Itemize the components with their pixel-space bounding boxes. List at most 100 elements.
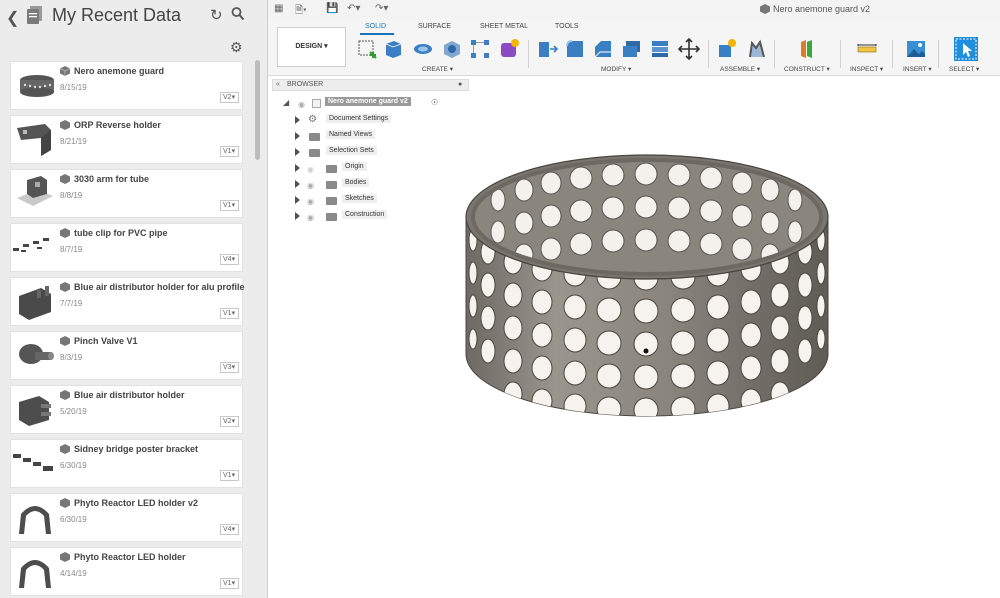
version-badge[interactable]: V1▾: [220, 146, 239, 157]
redo-icon[interactable]: ↷▾: [375, 3, 388, 14]
version-badge[interactable]: V1▾: [220, 200, 239, 211]
thumbnail-arch: [19, 506, 51, 534]
item-name: 3030 arm for tube: [74, 174, 150, 184]
version-badge[interactable]: V2▾: [220, 92, 239, 103]
group-inspect-label[interactable]: INSPECT ▾: [850, 65, 883, 73]
data-panel: ❮ My Recent Data ↻ ⚙ Nero anemone guard …: [0, 0, 268, 598]
cube-icon: [60, 66, 70, 76]
collapse-icon[interactable]: «: [276, 81, 280, 88]
tab-surface[interactable]: SURFACE: [418, 23, 451, 30]
item-date: 8/7/19: [60, 245, 83, 254]
thumbnail-arch: [19, 560, 51, 588]
divider: [840, 40, 841, 68]
create-form-icon[interactable]: [498, 38, 520, 60]
version-badge[interactable]: V1▾: [220, 308, 239, 319]
item-name: Sidney bridge poster bracket: [74, 444, 199, 454]
back-icon[interactable]: ❮: [6, 8, 19, 28]
version-badge[interactable]: V1▾: [220, 578, 239, 589]
insert-image-icon[interactable]: [905, 38, 927, 60]
shell-icon[interactable]: [621, 38, 643, 60]
search-icon[interactable]: [231, 6, 245, 22]
create-sketch-icon[interactable]: [356, 38, 378, 60]
new-component-icon[interactable]: [716, 38, 738, 60]
tab-tools[interactable]: TOOLS: [555, 23, 579, 30]
tab-sheet-metal[interactable]: SHEET METAL: [480, 23, 528, 30]
thumbnail-clips: [13, 238, 49, 252]
document-title: Nero anemone guard v2: [773, 4, 871, 14]
cube-icon: [60, 498, 70, 508]
version-label: V4: [223, 256, 232, 263]
scrollbar[interactable]: [255, 60, 260, 160]
browser-header[interactable]: « BROWSER ●: [272, 79, 469, 91]
offset-plane-icon[interactable]: [796, 38, 818, 60]
list-item[interactable]: Sidney bridge poster bracket 6/30/19 V1▾: [10, 439, 243, 488]
anemone-guard-model[interactable]: [465, 154, 829, 422]
extrude-icon[interactable]: [382, 38, 404, 60]
group-construct-label[interactable]: CONSTRUCT ▾: [784, 65, 830, 73]
group-select-label[interactable]: SELECT ▾: [949, 65, 979, 73]
version-badge[interactable]: V3▾: [220, 362, 239, 373]
list-item[interactable]: Phyto Reactor LED holder 4/14/19 V1▾: [10, 547, 243, 596]
thumbnail-holder: [19, 396, 51, 426]
list-item[interactable]: tube clip for PVC pipe 8/7/19 V4▾: [10, 223, 243, 272]
version-label: V1: [223, 310, 232, 317]
measure-icon[interactable]: [856, 38, 878, 60]
save-icon[interactable]: 💾: [326, 3, 338, 14]
item-name: Blue air distributor holder for alu prof…: [74, 282, 245, 292]
item-date: 6/30/19: [60, 515, 87, 524]
divider: [774, 40, 775, 68]
pin-icon[interactable]: ●: [458, 81, 462, 88]
version-label: V1: [223, 580, 232, 587]
item-name: Pinch Valve V1: [74, 336, 138, 346]
hole-icon[interactable]: [441, 38, 463, 60]
group-insert-label[interactable]: INSERT ▾: [903, 65, 932, 73]
list-item[interactable]: Blue air distributor holder for alu prof…: [10, 277, 245, 326]
select-icon[interactable]: [954, 37, 978, 61]
list-item[interactable]: 3030 arm for tube 8/8/19 V1▾: [10, 169, 243, 218]
version-badge[interactable]: V2▾: [220, 416, 239, 427]
gear-icon[interactable]: ⚙: [230, 39, 243, 56]
item-date: 6/30/19: [60, 461, 87, 470]
joint-icon[interactable]: [746, 38, 768, 60]
workspace-dropdown[interactable]: DESIGN ▾: [277, 27, 346, 67]
press-pull-icon[interactable]: [536, 38, 558, 60]
combine-icon[interactable]: [649, 38, 671, 60]
group-assemble-label[interactable]: ASSEMBLE ▾: [720, 65, 760, 73]
cube-icon: [760, 4, 770, 14]
document-icon: [27, 6, 42, 24]
group-modify-label[interactable]: MODIFY ▾: [601, 65, 631, 73]
grid-menu-icon[interactable]: ▦: [274, 3, 283, 14]
chamfer-icon[interactable]: [592, 38, 614, 60]
item-name: Nero anemone guard: [74, 66, 165, 76]
version-badge[interactable]: V4▾: [220, 254, 239, 265]
fillet-icon[interactable]: [564, 38, 586, 60]
version-badge[interactable]: V1▾: [220, 470, 239, 481]
thumbnail-distributor: [19, 286, 51, 320]
refresh-icon[interactable]: ↻: [210, 6, 223, 24]
item-name: Phyto Reactor LED holder v2: [74, 498, 199, 508]
undo-icon[interactable]: ↶▾: [347, 3, 360, 14]
list-item[interactable]: ORP Reverse holder 8/21/19 V1▾: [10, 115, 243, 164]
cube-icon: [60, 282, 70, 292]
group-construct: CONSTRUCT: [784, 66, 825, 73]
list-item[interactable]: Phyto Reactor LED holder v2 6/30/19 V4▾: [10, 493, 243, 542]
revolve-icon[interactable]: [412, 38, 434, 60]
pattern-icon[interactable]: [469, 38, 491, 60]
item-date: 8/21/19: [60, 137, 87, 146]
version-label: V4: [223, 526, 232, 533]
data-panel-header: ❮ My Recent Data ↻: [0, 0, 268, 32]
list-item[interactable]: Pinch Valve V1 8/3/19 V3▾: [10, 331, 243, 380]
version-badge[interactable]: V4▾: [220, 524, 239, 535]
move-icon[interactable]: [678, 38, 700, 60]
version-label: V1: [223, 472, 232, 479]
group-create: CREATE: [422, 66, 448, 73]
data-panel-title: My Recent Data: [52, 5, 182, 25]
list-item[interactable]: Nero anemone guard 8/15/19 V2▾: [10, 61, 243, 110]
divider: [892, 40, 893, 68]
recent-data-list: Nero anemone guard 8/15/19 V2▾ ORP Rever…: [0, 60, 256, 598]
version-label: V2: [223, 94, 232, 101]
group-create-label[interactable]: CREATE ▾: [422, 65, 453, 73]
list-item[interactable]: Blue air distributor holder 5/20/19 V2▾: [10, 385, 243, 434]
tab-solid[interactable]: SOLID: [365, 23, 386, 30]
3d-viewport[interactable]: [268, 92, 1000, 598]
